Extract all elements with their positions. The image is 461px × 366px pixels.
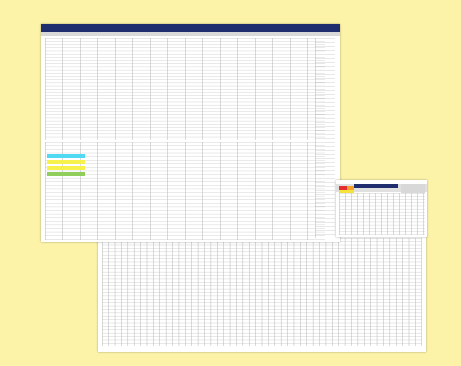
side-sheet-grey-block (401, 184, 425, 193)
back-sheet-grid (102, 238, 422, 346)
monthly-table (45, 38, 325, 140)
planning-grid (45, 142, 325, 240)
main-sheet-subheader (41, 32, 340, 36)
legend-swatch-cyan (47, 154, 85, 158)
side-sheet (336, 180, 427, 237)
right-column-grid (315, 38, 335, 238)
legend-swatch-green (47, 172, 85, 176)
legend-swatch-yellow-1 (47, 160, 85, 164)
main-sheet (41, 24, 340, 242)
side-sheet-grid (339, 193, 425, 235)
side-sheet-navy-block (354, 184, 398, 188)
legend-swatch-yellow-2 (47, 166, 85, 170)
main-sheet-title-bar (41, 24, 340, 32)
back-sheet (98, 235, 426, 352)
